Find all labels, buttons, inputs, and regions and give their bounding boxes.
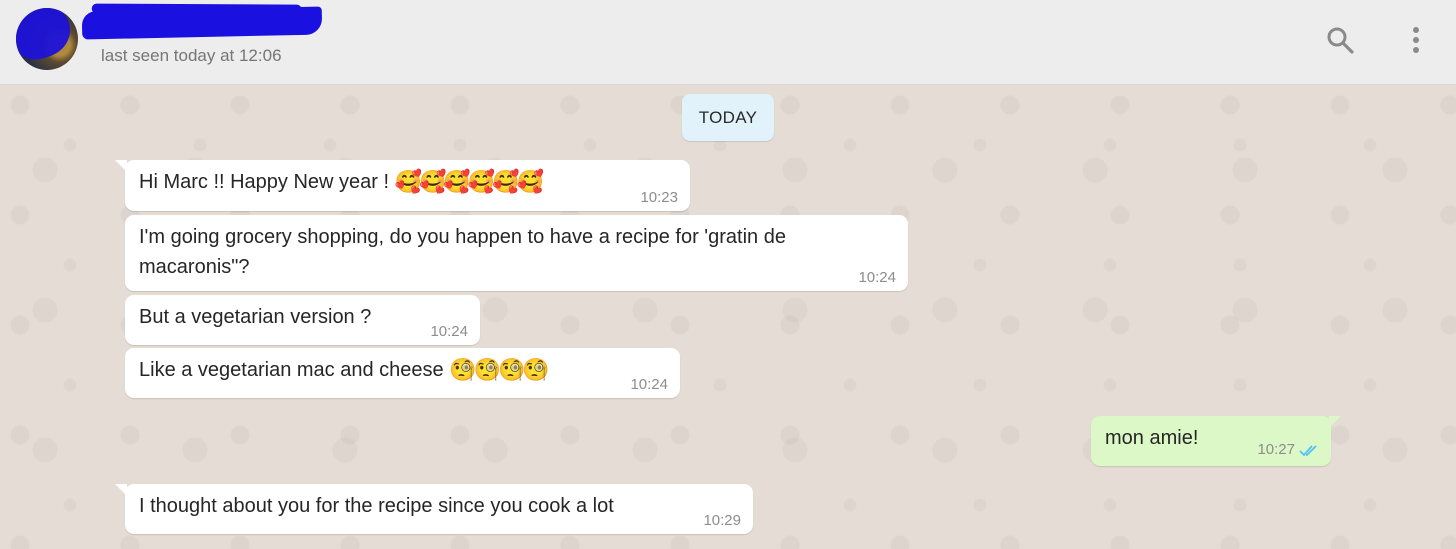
- message-text: Like a vegetarian mac and cheese: [139, 359, 450, 381]
- search-icon[interactable]: [1322, 22, 1358, 58]
- bubble-tail: [1329, 416, 1341, 428]
- message-incoming[interactable]: I'm going grocery shopping, do you happe…: [125, 215, 908, 291]
- message-incoming[interactable]: I thought about you for the recipe since…: [115, 484, 753, 534]
- message-time: 10:24: [858, 269, 896, 286]
- avatar-redaction: [16, 8, 77, 66]
- date-divider: TODAY: [682, 94, 774, 141]
- message-incoming[interactable]: But a vegetarian version ? 10:24: [125, 295, 480, 345]
- message-outgoing[interactable]: mon amie! 10:27: [1091, 416, 1341, 466]
- bubble-tail: [115, 160, 127, 172]
- message-meta: 10:27: [1257, 442, 1319, 461]
- more-vertical-icon[interactable]: [1398, 22, 1434, 58]
- message-time: 10:24: [430, 323, 468, 340]
- message-time: 10:29: [703, 512, 741, 529]
- message-time: 10:23: [640, 189, 678, 206]
- double-check-read-icon: [1299, 444, 1319, 461]
- message-text: I'm going grocery shopping, do you happe…: [139, 226, 786, 278]
- chat-header: last seen today at 12:06: [0, 0, 1456, 85]
- message-text: But a vegetarian version ?: [139, 306, 372, 328]
- bubble-tail: [115, 484, 127, 496]
- message-time: 10:24: [630, 376, 668, 393]
- message-text: mon amie!: [1105, 427, 1199, 449]
- message-list[interactable]: TODAY Hi Marc !! Happy New year ! 🥰🥰🥰🥰🥰🥰…: [0, 85, 1456, 549]
- emoji-monocle-face: 🧐🧐🧐🧐: [449, 357, 550, 382]
- emoji-smiling-hearts: 🥰🥰🥰🥰🥰🥰: [394, 169, 544, 194]
- message-incoming[interactable]: Like a vegetarian mac and cheese 🧐🧐🧐🧐 10…: [125, 348, 680, 398]
- message-text: Hi Marc !! Happy New year !: [139, 171, 395, 193]
- contact-name-redacted[interactable]: [81, 6, 323, 40]
- message-time: 10:27: [1257, 441, 1295, 458]
- last-seen-status: last seen today at 12:06: [101, 46, 282, 65]
- message-incoming[interactable]: Hi Marc !! Happy New year ! 🥰🥰🥰🥰🥰🥰 10:23: [115, 160, 690, 211]
- contact-avatar[interactable]: [16, 8, 78, 70]
- message-text: I thought about you for the recipe since…: [139, 495, 614, 517]
